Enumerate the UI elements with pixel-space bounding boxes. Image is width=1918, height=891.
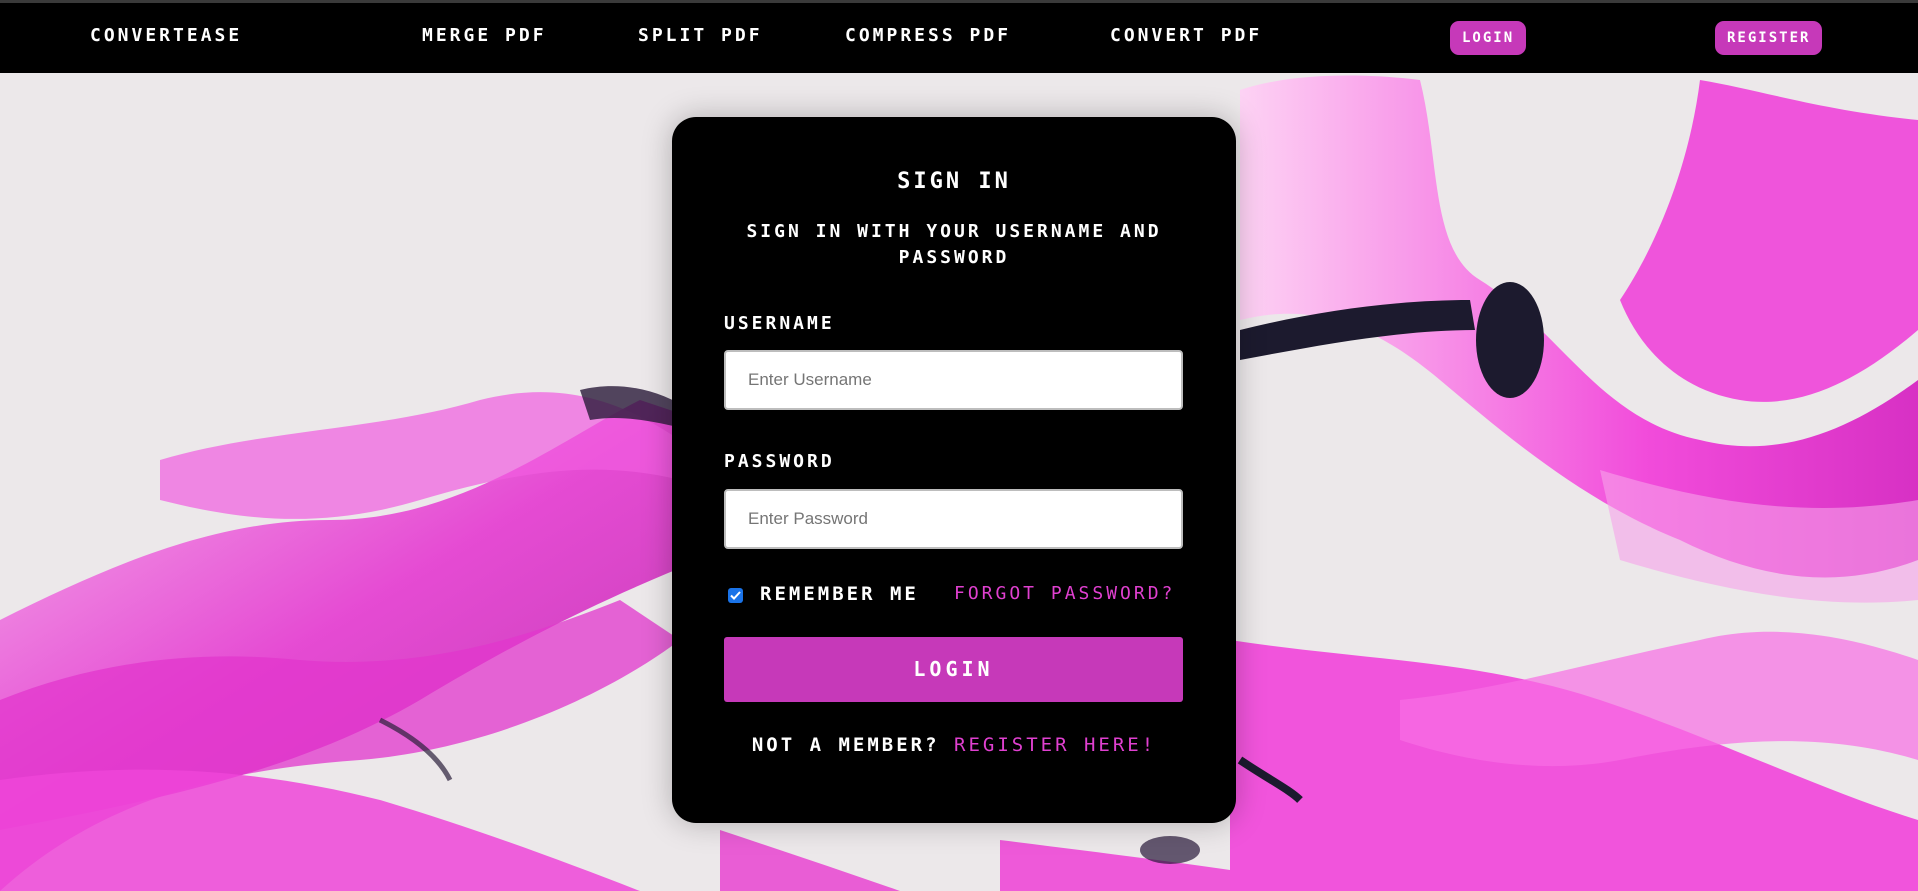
sign-in-title: Sign In: [897, 169, 1011, 194]
remember-me-label[interactable]: Remember me: [760, 583, 919, 605]
nav-register-button[interactable]: Register: [1715, 21, 1823, 55]
brand-logo-link[interactable]: ConvertEase: [90, 25, 242, 47]
login-submit-button[interactable]: Login: [724, 637, 1183, 702]
signup-prompt-text: Not a member?: [751, 734, 940, 756]
nav-link-convert-pdf[interactable]: Convert PDF: [1110, 25, 1262, 47]
register-here-link[interactable]: Register here!: [954, 734, 1156, 756]
sign-in-card: Sign In Sign in with your username and p…: [672, 117, 1236, 823]
nav-link-split-pdf[interactable]: Split PDF: [638, 25, 763, 47]
sign-in-subtitle: Sign in with your username and password: [746, 221, 1162, 268]
username-label: Username: [724, 313, 835, 334]
forgot-password-link[interactable]: Forgot password?: [954, 583, 1175, 604]
password-input[interactable]: [724, 489, 1183, 549]
password-label: Password: [724, 451, 835, 472]
nav-link-merge-pdf[interactable]: Merge PDF: [422, 25, 547, 47]
top-navbar: ConvertEase Merge PDF Split PDF Compress…: [0, 0, 1918, 73]
signup-prompt: Not a member? Register here!: [672, 734, 1236, 756]
checkmark-icon: [730, 591, 741, 600]
nav-login-button[interactable]: Login: [1450, 21, 1527, 55]
remember-me-checkbox[interactable]: [728, 588, 743, 603]
remember-row: Remember me Forgot password?: [724, 583, 1194, 609]
username-input[interactable]: [724, 350, 1183, 410]
nav-link-compress-pdf[interactable]: Compress PDF: [845, 25, 1011, 47]
